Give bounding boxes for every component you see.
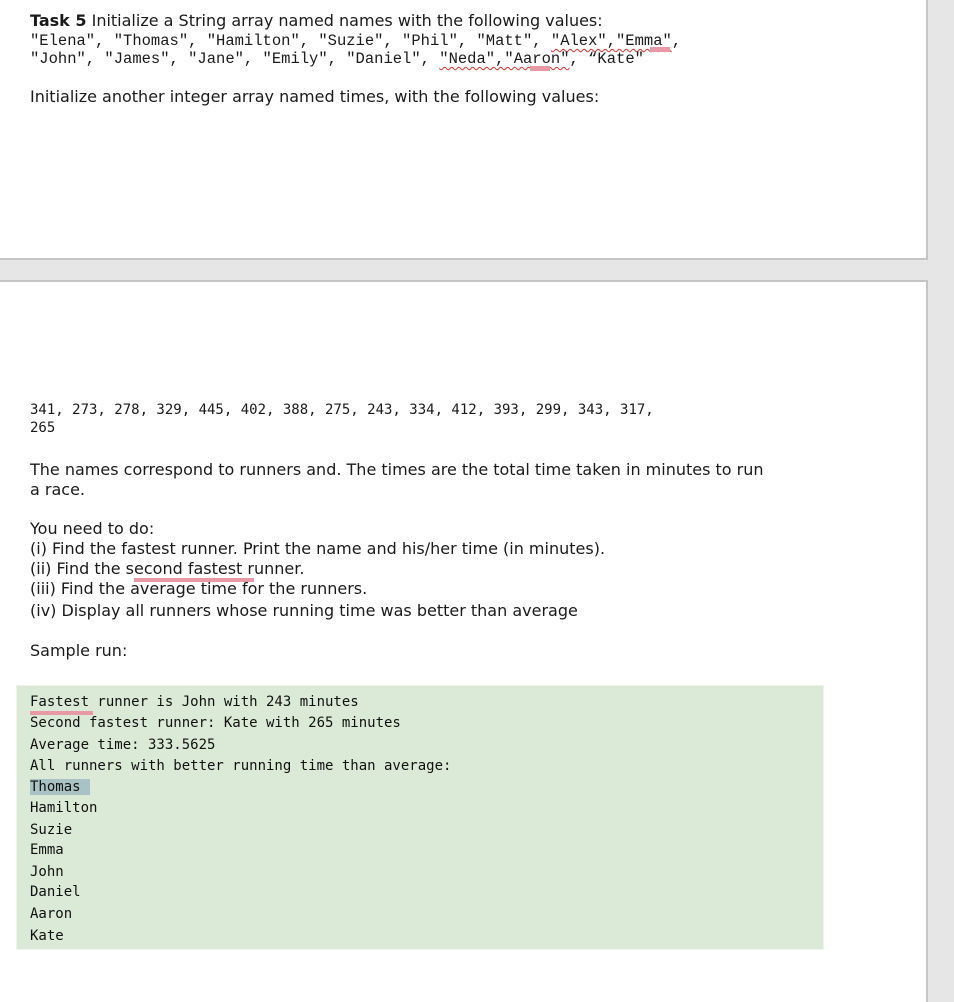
sample-run-output: Fastest runner is John with 243 minutes … <box>16 685 824 950</box>
selected-text[interactable]: Thomas <box>30 779 90 795</box>
output-line: Average time: 333.5625 <box>30 737 216 753</box>
times-intro: Initialize another integer array named t… <box>30 87 600 106</box>
output-line: Daniel <box>30 884 81 900</box>
todo-heading: You need to do: <box>30 519 155 538</box>
names-line-1-end: , <box>671 32 682 50</box>
comment-marker[interactable] <box>650 47 670 52</box>
description-line-2: a race. <box>30 480 85 499</box>
output-line: Kate <box>30 928 64 944</box>
todo-item: (i) Find the fastest runner. Print the n… <box>30 539 606 558</box>
document-page-2: 341, 273, 278, 329, 445, 402, 388, 275, … <box>0 280 928 1002</box>
sample-run-label: Sample run: <box>30 641 128 660</box>
output-line: Fastest runner is John with 243 minutes <box>30 694 359 710</box>
times-line-1: 341, 273, 278, 329, 445, 402, 388, 275, … <box>30 402 654 418</box>
description-line-1: The names correspond to runners and. The… <box>30 460 764 479</box>
todo-item: (ii) Find the second fastest runner. <box>30 559 305 578</box>
output-line: John <box>30 864 64 880</box>
names-line-2-end: , “Kate" <box>569 50 644 68</box>
names-line-2: "John", "James", "Jane", "Emily", "Danie… <box>30 50 644 68</box>
task-label: Task 5 <box>30 11 87 30</box>
times-line-2: 265 <box>30 420 56 436</box>
task-heading-line: Task 5 Initialize a String array named n… <box>30 11 603 31</box>
document-page-1: Task 5 Initialize a String array named n… <box>0 0 928 260</box>
output-line: Emma <box>30 842 64 858</box>
todo-item: (iii) Find the average time for the runn… <box>30 579 368 598</box>
output-line: All runners with better running time tha… <box>30 758 452 774</box>
todo-item: (iv) Display all runners whose running t… <box>30 601 578 620</box>
names-line-2-text: "John", "James", "Jane", "Emily", "Danie… <box>30 50 440 68</box>
output-line: Second fastest runner: Kate with 265 min… <box>30 715 401 731</box>
output-line: Aaron <box>30 906 73 922</box>
names-line-1-text: "Elena", "Thomas", "Hamilton", "Suzie", … <box>30 32 551 50</box>
names-line-1: "Elena", "Thomas", "Hamilton", "Suzie", … <box>30 32 681 50</box>
comment-marker[interactable] <box>530 66 550 71</box>
output-line: Hamilton <box>30 800 98 816</box>
task-intro: Initialize a String array named names wi… <box>86 11 603 30</box>
output-line: Suzie <box>30 822 73 838</box>
